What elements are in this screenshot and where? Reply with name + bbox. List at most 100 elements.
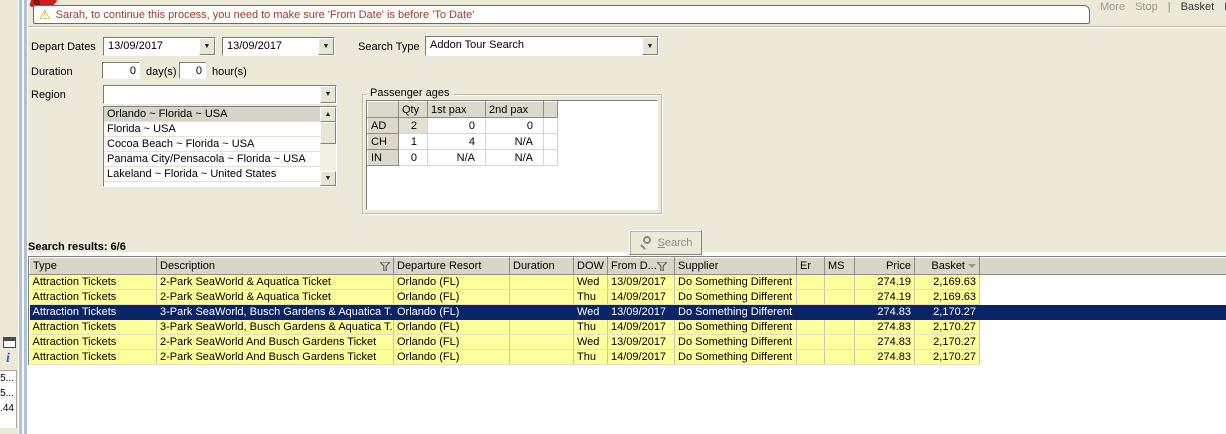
scroll-down-icon[interactable]: ▼ xyxy=(320,171,336,186)
pax-cell-pax1[interactable]: 4 xyxy=(427,133,486,150)
search-type-value: Addon Tour Search xyxy=(430,39,524,51)
basket-button[interactable]: Basket xyxy=(1181,1,1215,13)
result-cell-description: 2-Park SeaWorld And Busch Gardens Ticket xyxy=(156,349,394,365)
result-cell-resort: Orlando (FL) xyxy=(393,349,510,365)
result-cell-supplier: Do Something Different xyxy=(674,349,797,365)
pax-cell-filler xyxy=(543,117,558,134)
results-column-er[interactable]: Er xyxy=(796,257,825,275)
results-column-basket[interactable]: Basket xyxy=(914,257,980,275)
duration-days-input[interactable]: 0 xyxy=(102,62,140,79)
region-option[interactable] xyxy=(104,182,320,186)
result-row[interactable]: Attraction Tickets 3-Park SeaWorld, Busch… xyxy=(29,304,1226,320)
scrollbar-thumb[interactable] xyxy=(320,122,336,144)
results-header[interactable]: Type Description Departure Resort Duration D… xyxy=(29,257,1226,275)
result-row[interactable]: Attraction Tickets 2-Park SeaWorld & Aqua… xyxy=(29,274,1226,290)
scroll-up-icon[interactable]: ▲ xyxy=(320,107,336,122)
result-cell-dow: Thu xyxy=(573,319,608,335)
chevron-down-icon[interactable]: ▼ xyxy=(642,37,658,55)
result-cell-description: 2-Park SeaWorld & Aquatica Ticket xyxy=(156,289,394,305)
pax-cell-qty[interactable]: 2 xyxy=(398,117,428,134)
pax-cell-pax2[interactable]: N/A xyxy=(485,149,544,166)
result-cell-filler xyxy=(979,349,1226,365)
passenger-ages-group: Passenger ages Qty 1st pax 2nd pax AD 2 0 0 CH 1… xyxy=(362,87,662,214)
result-cell-from: 14/09/2017 xyxy=(607,319,675,335)
search-results-summary: Search results: 6/6 xyxy=(28,241,126,253)
region-option[interactable]: Lakeland ~ Florida ~ United States xyxy=(104,167,320,182)
results-column-price[interactable]: Price xyxy=(854,257,915,275)
pax-cell-pax1[interactable]: N/A xyxy=(427,149,486,166)
result-cell-dow: Wed xyxy=(573,274,608,290)
results-column-supplier[interactable]: Supplier xyxy=(674,257,797,275)
pax-cell-filler xyxy=(543,149,558,166)
result-cell-duration xyxy=(509,349,574,365)
pax-row-header[interactable]: AD xyxy=(367,117,399,134)
restore-window-icon[interactable] xyxy=(3,337,16,348)
passenger-ages-grid[interactable]: Qty 1st pax 2nd pax AD 2 0 0 CH 1 4 N/A IN 0 N/A N/A xyxy=(366,100,658,210)
pax-cell-qty[interactable]: 1 xyxy=(398,133,428,150)
toolbar-separator: | xyxy=(1167,1,1171,13)
result-cell-ms xyxy=(824,334,855,350)
region-option[interactable]: Orlando ~ Florida ~ USA xyxy=(104,107,320,122)
results-column-type[interactable]: Type xyxy=(29,257,157,275)
pax-cell-pax2[interactable]: 0 xyxy=(485,117,544,134)
result-cell-type: Attraction Tickets xyxy=(29,304,157,320)
duration-label: Duration xyxy=(31,66,73,78)
result-row[interactable]: Attraction Tickets 2-Park SeaWorld & Aqua… xyxy=(29,289,1226,305)
search-type-select[interactable]: Addon Tour Search ▼ xyxy=(425,36,659,56)
result-cell-er xyxy=(796,334,825,350)
splitter-bar[interactable] xyxy=(24,0,27,434)
result-cell-resort: Orlando (FL) xyxy=(393,334,510,350)
pax-column-header xyxy=(367,101,399,118)
duration-hours-input[interactable]: 0 xyxy=(179,62,206,79)
info-icon[interactable]: i xyxy=(6,351,10,367)
pax-row-header[interactable]: IN xyxy=(367,149,399,166)
results-column-description[interactable]: Description xyxy=(156,257,394,275)
region-option[interactable]: Panama City/Pensacola ~ Florida ~ USA xyxy=(104,152,320,167)
region-option[interactable]: Florida ~ USA xyxy=(104,122,320,137)
region-scrollbar[interactable]: ▲ ▼ xyxy=(320,107,336,186)
result-cell-duration xyxy=(509,334,574,350)
result-cell-basket: 2,170.27 xyxy=(914,349,980,365)
result-cell-dow: Wed xyxy=(573,304,608,320)
splitter-bar[interactable] xyxy=(19,0,22,434)
stop-button[interactable]: Stop xyxy=(1135,1,1158,13)
chevron-down-icon[interactable]: ▼ xyxy=(199,38,215,55)
chevron-down-icon[interactable]: ▼ xyxy=(320,86,336,103)
result-cell-from: 13/09/2017 xyxy=(607,304,675,320)
results-column-from-d[interactable]: From D... xyxy=(607,257,675,275)
pax-row-header[interactable]: CH xyxy=(367,133,399,150)
search-form: Depart Dates 13/09/2017 ▼ 13/09/2017 ▼ S… xyxy=(28,28,1226,255)
scrollbar-track[interactable] xyxy=(320,144,336,171)
pax-column-header: 1st pax xyxy=(427,101,486,118)
result-row[interactable]: Attraction Tickets 2-Park SeaWorld And Bu… xyxy=(29,334,1226,350)
date-from-picker[interactable]: 13/09/2017 ▼ xyxy=(103,37,216,56)
chevron-down-icon[interactable]: ▼ xyxy=(318,38,334,55)
result-cell-from: 14/09/2017 xyxy=(607,349,675,365)
results-column-departure-resort[interactable]: Departure Resort xyxy=(393,257,510,275)
results-column-dow[interactable]: DOW xyxy=(573,257,608,275)
region-label: Region xyxy=(31,89,66,101)
search-icon xyxy=(639,236,652,250)
warning-text: Sarah, to continue this process, you nee… xyxy=(55,8,475,21)
result-cell-supplier: Do Something Different xyxy=(674,334,797,350)
results-column-ms[interactable]: MS xyxy=(824,257,855,275)
pax-cell-pax2[interactable]: N/A xyxy=(485,133,544,150)
region-select[interactable]: ▼ xyxy=(103,85,337,104)
results-column-duration[interactable]: Duration xyxy=(509,257,574,275)
pax-cell-qty[interactable]: 0 xyxy=(398,149,428,166)
result-cell-type: Attraction Tickets xyxy=(29,319,157,335)
region-listbox[interactable]: Orlando ~ Florida ~ USA Florida ~ USA Coco… xyxy=(103,106,337,187)
depart-dates-label: Depart Dates xyxy=(31,41,96,53)
result-row[interactable]: Attraction Tickets 3-Park SeaWorld, Busch… xyxy=(29,319,1226,335)
result-cell-er xyxy=(796,349,825,365)
result-cell-resort: Orlando (FL) xyxy=(393,289,510,305)
result-cell-ms xyxy=(824,289,855,305)
result-cell-type: Attraction Tickets xyxy=(29,289,157,305)
search-button-label: Search xyxy=(657,236,693,249)
date-to-picker[interactable]: 13/09/2017 ▼ xyxy=(222,37,335,56)
search-button[interactable]: Search xyxy=(629,230,702,255)
more-button[interactable]: More xyxy=(1100,1,1125,13)
region-option[interactable]: Cocoa Beach ~ Florida ~ USA xyxy=(104,137,320,152)
pax-cell-pax1[interactable]: 0 xyxy=(427,117,486,134)
result-row[interactable]: Attraction Tickets 2-Park SeaWorld And Bu… xyxy=(29,349,1226,365)
